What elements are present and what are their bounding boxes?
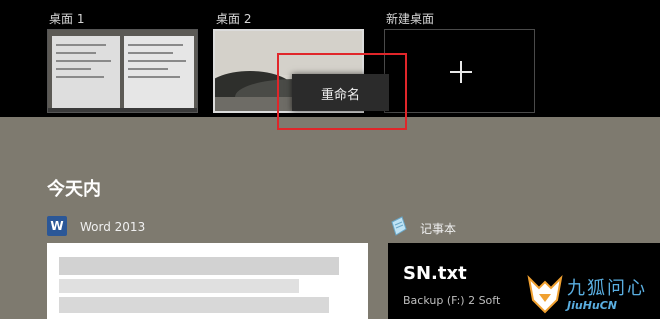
thumb-line <box>128 52 173 54</box>
blurred-text <box>59 297 329 313</box>
section-title: 今天内 <box>47 179 101 200</box>
thumb-window <box>124 36 194 108</box>
desktop-1-thumbnail[interactable] <box>47 29 198 113</box>
watermark-logo: 九狐问心 JiuHuCN <box>527 268 660 319</box>
document-title: SN.txt <box>403 263 467 284</box>
blurred-text <box>59 257 339 275</box>
thumb-line <box>128 76 180 78</box>
word-icon: W <box>47 216 67 236</box>
thumb-line <box>128 60 186 62</box>
desktop-1-label: 桌面 1 <box>49 12 85 26</box>
blurred-text <box>59 279 299 293</box>
plus-icon <box>450 61 472 83</box>
document-path: Backup (F:) 2 Soft <box>403 294 501 307</box>
thumb-line <box>56 44 106 46</box>
notepad-app-name: 记事本 <box>420 222 457 236</box>
thumb-line <box>56 76 104 78</box>
thumb-line <box>128 68 168 70</box>
virtual-desktops-bar: 桌面 1 桌面 2 新建桌面 重命名 <box>0 0 660 130</box>
highlight-annotation <box>277 53 407 130</box>
word-document-card[interactable] <box>47 243 368 319</box>
thumb-window <box>52 36 120 108</box>
watermark-text: 九狐问心 <box>567 278 647 299</box>
thumb-taskbar <box>48 108 197 112</box>
desktop-2-label: 桌面 2 <box>216 12 252 26</box>
notepad-icon <box>388 216 408 236</box>
thumb-line <box>56 52 96 54</box>
thumb-line <box>56 60 111 62</box>
fox-logo-icon <box>527 275 563 314</box>
thumb-line <box>56 68 91 70</box>
watermark-text-en: JiuHuCN <box>567 299 618 312</box>
thumb-line <box>128 44 183 46</box>
new-desktop-label: 新建桌面 <box>386 12 435 26</box>
word-app-name: Word 2013 <box>80 220 146 234</box>
